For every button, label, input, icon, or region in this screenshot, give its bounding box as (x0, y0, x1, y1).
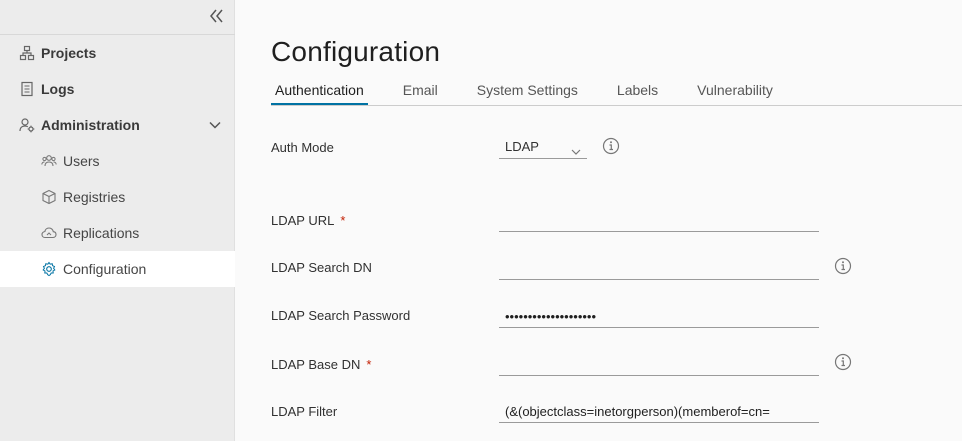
logs-icon (19, 81, 35, 97)
ldap-search-password-input[interactable] (499, 306, 819, 328)
chevron-down-icon (571, 143, 581, 155)
sidebar: Projects Logs Administration Users Regis… (0, 0, 235, 441)
tab-bar-divider (271, 105, 962, 106)
auth-mode-value: LDAP (505, 139, 539, 154)
ldap-url-input[interactable] (499, 210, 819, 232)
sidebar-item-configuration[interactable]: Configuration (0, 251, 235, 287)
ldap-filter-input[interactable] (499, 401, 819, 423)
sidebar-item-projects[interactable]: Projects (0, 35, 235, 71)
tab-email[interactable]: Email (399, 78, 442, 106)
sidebar-item-label: Logs (41, 81, 75, 97)
sidebar-item-label: Projects (41, 45, 97, 61)
info-icon[interactable] (834, 353, 852, 371)
info-icon[interactable] (602, 137, 620, 155)
registries-icon (41, 189, 57, 205)
sidebar-item-users[interactable]: Users (0, 143, 235, 179)
required-marker: * (340, 213, 346, 228)
administration-icon (19, 117, 35, 133)
main-content: Configuration Authentication Email Syste… (235, 0, 962, 441)
auth-mode-label: Auth Mode (271, 140, 334, 155)
info-icon[interactable] (834, 257, 852, 275)
ldap-base-dn-input[interactable] (499, 354, 819, 376)
collapse-sidebar-icon[interactable] (208, 6, 226, 26)
required-marker: * (366, 357, 372, 372)
ldap-url-label-text: LDAP URL (271, 213, 335, 228)
sidebar-item-label: Replications (63, 225, 140, 241)
tab-labels[interactable]: Labels (613, 78, 662, 106)
projects-icon (19, 45, 35, 61)
tab-bar: Authentication Email System Settings Lab… (271, 78, 808, 106)
users-icon (41, 153, 57, 169)
chevron-down-icon (208, 118, 222, 132)
sidebar-item-replications[interactable]: Replications (0, 215, 235, 251)
sidebar-item-label: Configuration (63, 261, 147, 277)
sidebar-item-label: Users (63, 153, 100, 169)
auth-mode-select[interactable]: LDAP (499, 137, 587, 159)
sidebar-item-label: Administration (41, 117, 140, 133)
ldap-url-label: LDAP URL * (271, 213, 345, 228)
ldap-base-dn-label: LDAP Base DN * (271, 357, 371, 372)
tab-authentication[interactable]: Authentication (271, 78, 368, 106)
replications-icon (41, 225, 57, 241)
ldap-search-dn-input[interactable] (499, 258, 819, 280)
ldap-search-password-label: LDAP Search Password (271, 308, 411, 323)
page-title: Configuration (271, 36, 441, 67)
tab-vulnerability[interactable]: Vulnerability (693, 78, 777, 106)
tab-system-settings[interactable]: System Settings (473, 78, 582, 106)
sidebar-item-registries[interactable]: Registries (0, 179, 235, 215)
ldap-base-dn-label-text: LDAP Base DN (271, 357, 361, 372)
sidebar-item-label: Registries (63, 189, 126, 205)
gear-icon (41, 261, 57, 277)
ldap-filter-label: LDAP Filter (271, 404, 338, 419)
sidebar-item-logs[interactable]: Logs (0, 71, 235, 107)
sidebar-item-administration[interactable]: Administration (0, 107, 235, 143)
ldap-search-dn-label: LDAP Search DN (271, 260, 372, 275)
